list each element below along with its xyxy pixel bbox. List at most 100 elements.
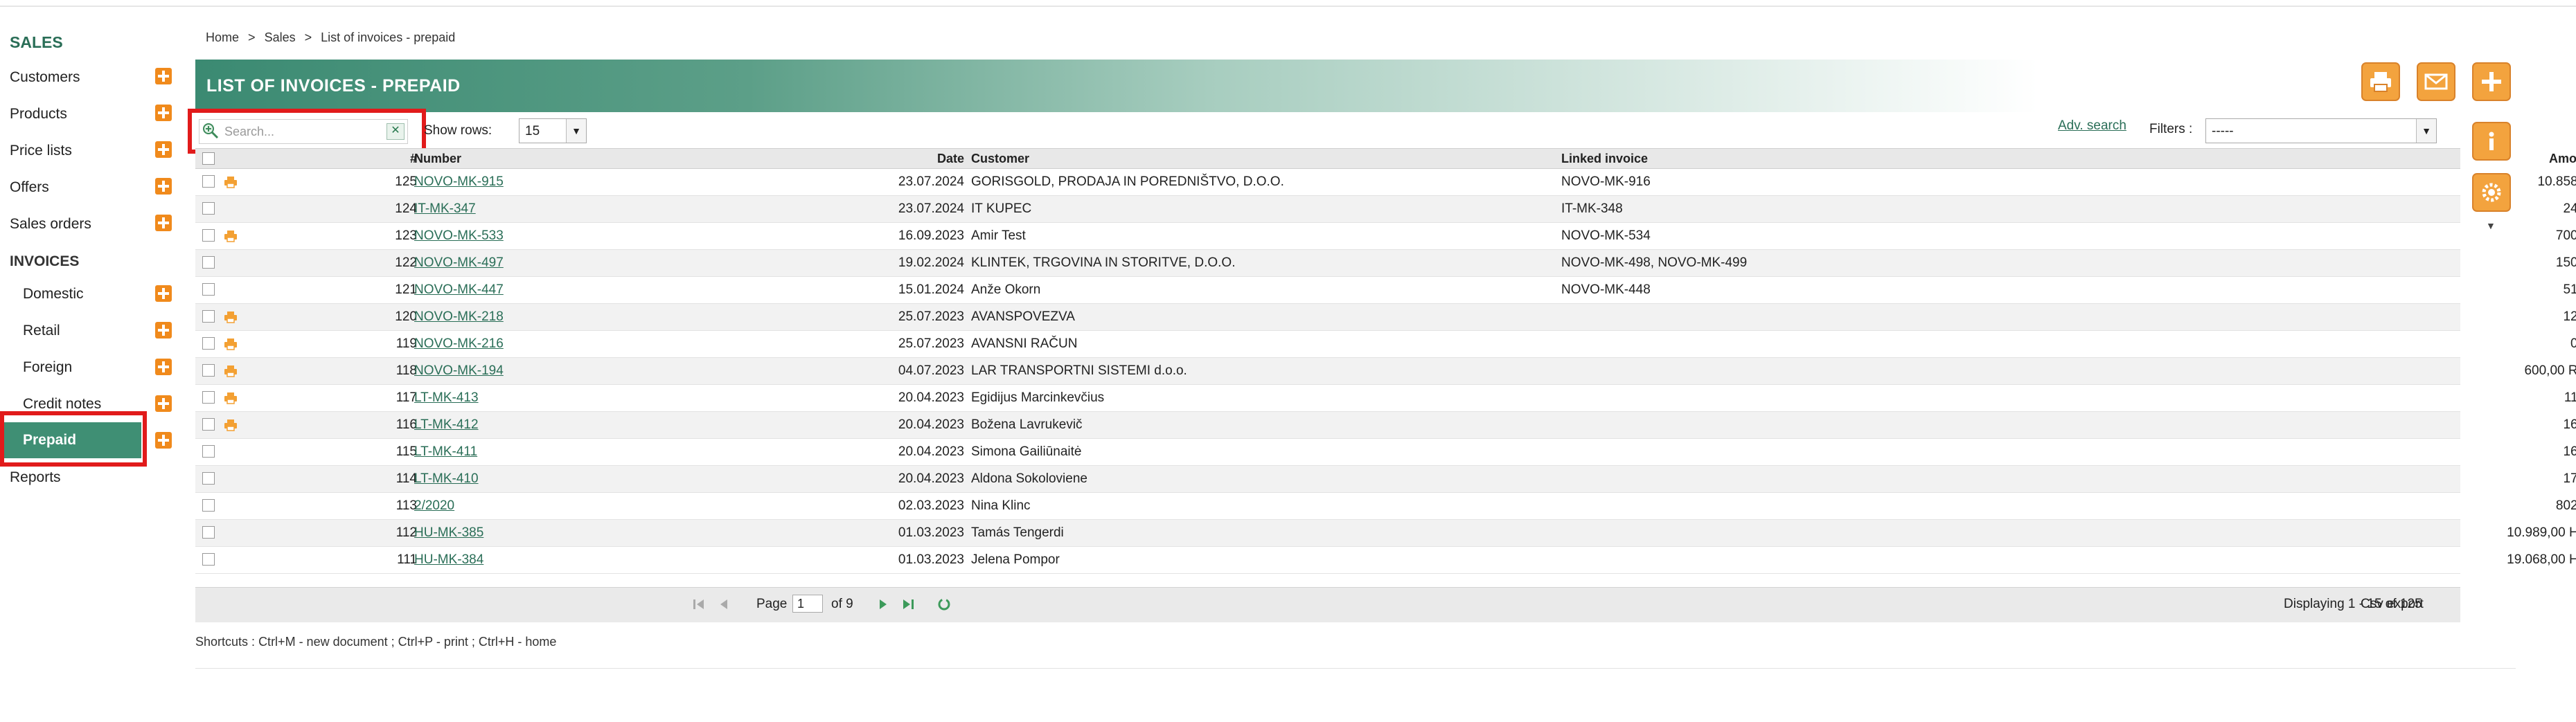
table-row[interactable]: 119NOVO-MK-216 25.07.2023 AVANSNI RAČUN 0,0… [195, 331, 2576, 358]
invoice-date: 04.07.2023 [898, 363, 964, 378]
add-credit-note-icon[interactable] [155, 395, 172, 412]
column-header-amount[interactable]: Amount [1996, 149, 2576, 168]
table-row[interactable]: 123 NOVO-MK-533 16.09.2023 Amir Test NOVO-MK… [195, 223, 2576, 250]
sidebar-item-offers[interactable]: Offers [10, 179, 49, 196]
table-row[interactable]: 114 LT-MK-410 20.04.2023 Aldona Sokoloviene… [195, 466, 2576, 493]
add-customer-icon[interactable] [155, 68, 172, 84]
bottom-divider [195, 668, 2516, 669]
show-rows-select[interactable]: 15 ▼ [519, 118, 587, 143]
linked-invoice: NOVO-MK-534 [1561, 228, 1651, 243]
invoice-number-link[interactable]: LT-MK-411 [414, 439, 477, 465]
invoice-number-link[interactable]: NOVO-MK-216 [414, 331, 504, 357]
csv-export-link[interactable]: Csv export [2361, 597, 2424, 612]
sidebar-item-foreign[interactable]: Foreign [23, 359, 72, 376]
column-header-linked-invoice[interactable]: Linked invoice [1561, 149, 1648, 168]
add-prepaid-icon[interactable] [155, 432, 172, 449]
customer-name: Tamás Tengerdi [971, 525, 1064, 540]
invoice-number-link[interactable]: IT-MK-347 [414, 196, 476, 222]
add-retail-icon[interactable] [155, 322, 172, 339]
invoice-number-link[interactable]: LT-MK-410 [414, 466, 479, 492]
add-product-icon[interactable] [155, 105, 172, 121]
invoice-amount: 700,00 [2555, 228, 2576, 243]
invoice-number-link[interactable]: LT-MK-412 [414, 412, 479, 438]
invoice-amount: 10.989,00 HUF [2507, 525, 2576, 540]
sidebar-item-price-lists[interactable]: Price lists [10, 143, 72, 159]
add-offer-icon[interactable] [155, 178, 172, 195]
add-sales-order-icon[interactable] [155, 215, 172, 231]
sidebar-item-retail[interactable]: Retail [23, 323, 60, 339]
last-page-icon[interactable] [900, 597, 916, 612]
table-row[interactable]: 111 HU-MK-384 01.03.2023 Jelena Pompor 19.06… [195, 547, 2576, 574]
prev-page-icon[interactable] [716, 597, 731, 612]
top-divider [0, 6, 2576, 7]
customer-name: Amir Test [971, 228, 1026, 243]
invoice-number-link[interactable]: HU-MK-385 [414, 520, 483, 546]
table-row[interactable]: 121 NOVO-MK-447 15.01.2024 Anže Okorn NOVO-M… [195, 277, 2576, 304]
invoice-date: 01.03.2023 [898, 552, 964, 567]
shortcuts-bar: Shortcuts : Ctrl+M - new document ; Ctrl… [195, 635, 556, 649]
sidebar-item-products[interactable]: Products [10, 106, 67, 123]
invoice-amount: 24,40 [2563, 201, 2576, 216]
table-row[interactable]: 112 HU-MK-385 01.03.2023 Tamás Tengerdi 10.9… [195, 520, 2576, 547]
invoice-number-link[interactable]: LT-MK-413 [414, 385, 479, 411]
sidebar-item-domestic[interactable]: Domestic [23, 286, 84, 303]
invoice-date: 25.07.2023 [898, 336, 964, 351]
refresh-icon[interactable] [936, 597, 952, 612]
adv-search-link[interactable]: Adv. search [2058, 118, 2126, 134]
sidebar-item-credit-notes[interactable]: Credit notes [23, 396, 101, 413]
invoice-number-link[interactable]: 2/2020 [414, 493, 454, 519]
invoice-number-link[interactable]: HU-MK-384 [414, 547, 483, 573]
filters-select[interactable]: ----- ▼ [2205, 118, 2437, 143]
table-row[interactable]: 125 NOVO-MK-915 23.07.2024 GORISGOLD, PRODA… [195, 169, 2576, 196]
next-page-icon[interactable] [876, 597, 891, 612]
table-row[interactable]: 120NOVO-MK-218 25.07.2023 AVANSPOVEZVA 12,2… [195, 304, 2576, 331]
table-row[interactable]: 116 LT-MK-412 20.04.2023 Božena Lavrukevič 1… [195, 412, 2576, 439]
email-button[interactable] [2417, 62, 2455, 101]
add-new-button[interactable] [2472, 62, 2511, 101]
column-header-customer[interactable]: Customer [971, 149, 1029, 168]
invoice-number-link[interactable]: NOVO-MK-447 [414, 277, 504, 303]
table-row[interactable]: 118 NOVO-MK-194 04.07.2023 LAR TRANSPORTNI … [195, 358, 2576, 385]
table-row[interactable]: 1132/202002.03.2023Nina Klinc802,00× [195, 493, 2576, 520]
breadcrumb: Home > Sales > List of invoices - prepai… [206, 30, 461, 45]
invoice-number-link[interactable]: NOVO-MK-497 [414, 250, 504, 276]
customer-name: Aldona Sokoloviene [971, 471, 1087, 486]
linked-invoice: NOVO-MK-498, NOVO-MK-499 [1561, 255, 1748, 270]
invoice-amount: 10.858,00 [2537, 174, 2576, 189]
sidebar-item-customers[interactable]: Customers [10, 69, 80, 86]
shortcut-item: Ctrl+H - home [478, 635, 557, 649]
invoice-number-link[interactable]: NOVO-MK-915 [414, 169, 504, 195]
row-number: 118 [396, 363, 417, 378]
invoice-number-link[interactable]: NOVO-MK-533 [414, 223, 504, 249]
column-header-number[interactable]: Number [414, 149, 461, 168]
show-rows-label: Show rows: [424, 123, 492, 138]
invoice-date: 23.07.2024 [898, 201, 964, 216]
page-label: Page [756, 597, 788, 611]
invoice-date: 16.09.2023 [898, 228, 964, 243]
table-row[interactable]: 122 NOVO-MK-497 19.02.2024 KLINTEK, TRGOVIN… [195, 250, 2576, 277]
sidebar-item-reports[interactable]: Reports [10, 469, 61, 486]
row-number: 121 [395, 282, 417, 297]
add-foreign-icon[interactable] [155, 359, 172, 375]
customer-name: LAR TRANSPORTNI SISTEMI d.o.o. [971, 363, 1187, 378]
column-header-date[interactable]: Date [888, 149, 964, 168]
table-row[interactable]: 124 IT-MK-347 23.07.2024 IT KUPEC IT-MK-348 2… [195, 196, 2576, 223]
row-number: 113 [396, 498, 417, 513]
first-page-icon[interactable] [691, 597, 707, 612]
add-price-list-icon[interactable] [155, 141, 172, 158]
highlight-box [188, 109, 426, 154]
sidebar-item-sales-orders[interactable]: Sales orders [10, 216, 91, 233]
page-input[interactable]: 1 [792, 595, 823, 613]
breadcrumb-sales[interactable]: Sales [265, 30, 296, 44]
print-button[interactable] [2361, 62, 2400, 101]
invoice-amount: 150,00 [2555, 255, 2576, 270]
table-row[interactable]: 115 LT-MK-411 20.04.2023 Simona Gailiūnaitė… [195, 439, 2576, 466]
table-row[interactable]: 117 LT-MK-413 20.04.2023 Egidijus Marcinkev… [195, 385, 2576, 412]
row-number: 115 [396, 444, 417, 459]
invoice-number-link[interactable]: NOVO-MK-218 [414, 304, 504, 330]
invoice-number-link[interactable]: NOVO-MK-194 [414, 358, 504, 384]
breadcrumb-home[interactable]: Home [206, 30, 239, 44]
row-number: 114 [396, 471, 417, 486]
add-domestic-icon[interactable] [155, 285, 172, 302]
column-header-num[interactable]: # [195, 149, 417, 168]
